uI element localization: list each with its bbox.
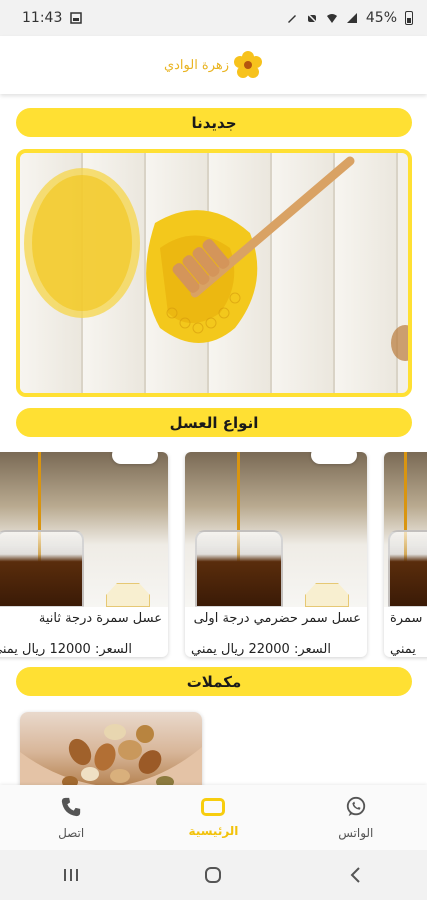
nav-call-label: اتصل [58,825,85,840]
hexagon-logo-icon [106,583,150,607]
product-name: عسل سمرة [390,611,427,626]
honey-jar-image [195,530,283,607]
nav-call[interactable]: اتصل [21,796,121,840]
battery-percent: 45% [365,10,397,26]
recents-button[interactable] [51,860,91,890]
nav-home[interactable]: الرئيسية [163,797,263,838]
nav-home-label: الرئيسية [188,823,239,838]
product-card[interactable]: عسل سمر حضرمي درجة اولى السعر: 22000 ريا… [185,452,367,657]
system-nav-bar [0,850,427,900]
supplement-card-nuts[interactable] [20,712,202,792]
brand-tag-icon [112,452,158,464]
product-name: عسل سمرة درجة ثانية [38,611,162,626]
product-image [0,452,168,607]
circle-home-icon [205,867,222,883]
mixed-nuts-image [20,724,202,792]
product-price: يمني [390,642,416,657]
chevron-left-icon [350,867,360,883]
bottom-nav: اتصل الرئيسية الواتس [0,785,427,850]
brand-tag-icon [311,452,357,464]
hexagon-logo-icon [305,583,349,607]
mute-icon [306,12,318,24]
battery-icon [405,11,413,25]
logo-text: زهرة الوادي [163,57,230,73]
product-image [384,452,427,607]
nav-whatsapp-label: الواتس [338,825,374,840]
home-button[interactable] [193,860,233,890]
section-header-supplements: مكملات [16,667,412,696]
app-header: زهرة الوادي [0,36,427,94]
promo-banner[interactable] [16,149,412,397]
whatsapp-icon [346,796,365,816]
product-name: عسل سمر حضرمي درجة اولى [193,611,361,626]
product-price: السعر: 22000 ريال يمني [191,642,331,657]
section-header-new: جديدنا [16,108,412,137]
honey-dipper-image [24,156,408,361]
product-image [185,452,367,607]
nav-whatsapp[interactable]: الواتس [306,796,406,840]
signal-icon [346,13,357,23]
back-button[interactable] [336,860,376,890]
product-card[interactable]: عسل سمرة يمني [384,452,427,657]
logo[interactable]: زهرة الوادي [164,50,263,80]
section-header-honey-types: انواع العسل [16,408,412,437]
phone-icon [61,797,81,816]
wifi-icon [326,14,337,23]
flower-logo-icon [234,51,263,78]
product-price: السعر: 12000 ريال يمني [0,642,132,657]
recents-icon [64,869,79,881]
product-card[interactable]: عسل سمرة درجة ثانية السعر: 12000 ريال يم… [0,452,168,657]
home-icon [201,797,226,816]
status-bar: 11:43 45% [0,0,427,36]
edit-icon [287,15,296,23]
honey-carousel[interactable]: عسل سمر حضرمي درجة اولى السعر: 22000 ريا… [0,452,427,662]
gallery-icon [70,12,83,24]
status-time: 11:43 [22,10,63,26]
honey-jar-image [388,530,427,607]
honey-jar-image [0,530,84,607]
